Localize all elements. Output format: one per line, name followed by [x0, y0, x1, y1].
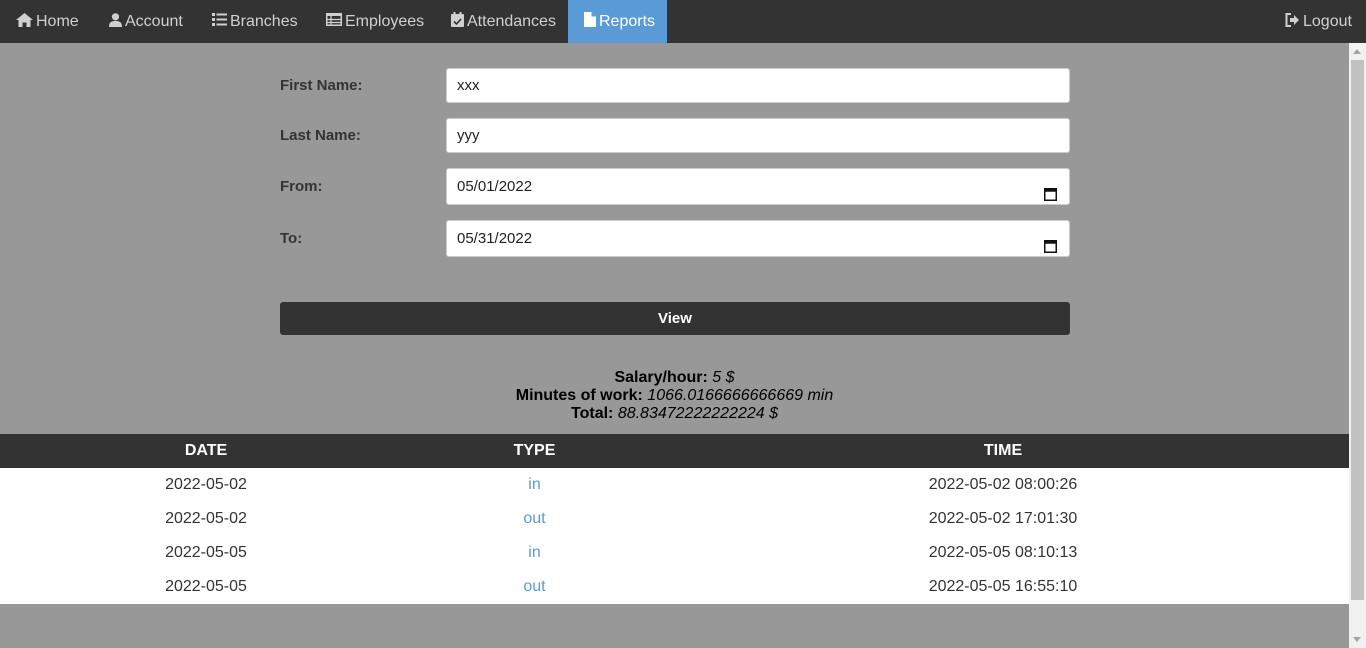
arrow-down-icon	[1353, 637, 1361, 642]
list-icon	[212, 13, 227, 27]
cell-date: 2022-05-05	[165, 578, 247, 595]
first-name-input[interactable]: xxx	[446, 68, 1070, 103]
cell-type-link[interactable]: out	[412, 502, 657, 536]
nav-employees[interactable]: Employees	[310, 0, 440, 43]
navbar: Home Account Branches Employees Attendan…	[0, 0, 1366, 43]
last-name-input[interactable]: yyy	[446, 118, 1070, 153]
cell-time: 2022-05-05 16:55:10	[928, 578, 1078, 595]
to-label: To:	[280, 230, 303, 247]
cell-type-link[interactable]: in	[412, 468, 657, 502]
home-icon	[16, 12, 33, 27]
view-button[interactable]: View	[280, 302, 1070, 335]
to-date-input[interactable]: 05/31/2022	[446, 220, 1070, 257]
first-name-label: First Name:	[280, 77, 363, 94]
cell-time: 2022-05-05 08:10:13	[928, 544, 1078, 561]
cell-date: 2022-05-02	[165, 510, 247, 527]
table-icon	[326, 13, 342, 27]
file-icon	[584, 12, 596, 28]
table-row: 2022-05-02 in 2022-05-02 08:00:26	[0, 468, 1349, 502]
nav-reports-label: Reports	[599, 13, 656, 30]
table-row: 2022-05-02 out 2022-05-02 17:01:30	[0, 502, 1349, 536]
user-icon	[109, 12, 122, 27]
nav-home[interactable]: Home	[0, 0, 95, 43]
header-type: TYPE	[513, 442, 556, 459]
vertical-scrollbar[interactable]	[1349, 43, 1366, 648]
cell-type-link[interactable]: in	[412, 536, 657, 570]
from-date-value: 05/01/2022	[457, 178, 533, 195]
salary-value: 5 $	[712, 369, 735, 386]
from-date-input[interactable]: 05/01/2022	[446, 168, 1070, 205]
nav-account-label: Account	[125, 13, 183, 30]
cell-date: 2022-05-02	[165, 476, 247, 493]
arrow-up-icon	[1353, 49, 1361, 54]
cell-time: 2022-05-02 08:00:26	[928, 476, 1078, 493]
scroll-thumb[interactable]	[1351, 60, 1364, 600]
logout-icon	[1285, 12, 1300, 27]
nav-branches-label: Branches	[230, 13, 298, 30]
nav-attendances-label: Attendances	[467, 13, 556, 30]
minutes-label: Minutes of work:	[515, 387, 643, 404]
total-summary: Total: 88.83472222222224 $	[0, 405, 1349, 423]
table-header: DATE TYPE TIME	[0, 434, 1349, 468]
header-time: TIME	[983, 442, 1023, 459]
calendar-icon[interactable]	[1044, 231, 1057, 266]
from-label: From:	[280, 178, 323, 195]
cell-time: 2022-05-02 17:01:30	[928, 510, 1078, 527]
table-row: 2022-05-05 in 2022-05-05 08:10:13	[0, 536, 1349, 570]
last-name-label: Last Name:	[280, 127, 361, 144]
cell-date: 2022-05-05	[165, 544, 247, 561]
logout-label: Logout	[1303, 13, 1352, 30]
minutes-value: 1066.0166666666669 min	[647, 387, 834, 404]
salary-summary: Salary/hour: 5 $	[0, 369, 1349, 387]
minutes-summary: Minutes of work: 1066.0166666666669 min	[0, 387, 1349, 405]
table-row: 2022-05-05 out 2022-05-05 16:55:10	[0, 570, 1349, 604]
total-value: 88.83472222222224 $	[617, 405, 778, 422]
calendar-check-icon	[451, 12, 464, 28]
to-date-value: 05/31/2022	[457, 230, 533, 247]
scroll-up-button[interactable]	[1349, 43, 1366, 60]
nav-attendances[interactable]: Attendances	[435, 0, 572, 43]
nav-branches[interactable]: Branches	[196, 0, 314, 43]
attendance-table: 2022-05-02 in 2022-05-02 08:00:26 2022-0…	[0, 468, 1349, 604]
nav-home-label: Home	[36, 13, 79, 30]
logout-button[interactable]: Logout	[1269, 0, 1366, 43]
header-date: DATE	[184, 442, 228, 459]
nav-reports[interactable]: Reports	[568, 0, 667, 43]
calendar-icon[interactable]	[1044, 179, 1057, 214]
cell-type-link[interactable]: out	[412, 570, 657, 604]
nav-account[interactable]: Account	[93, 0, 199, 43]
total-label: Total:	[571, 405, 614, 422]
salary-label: Salary/hour:	[614, 369, 708, 386]
scroll-down-button[interactable]	[1349, 631, 1366, 648]
nav-employees-label: Employees	[345, 13, 425, 30]
